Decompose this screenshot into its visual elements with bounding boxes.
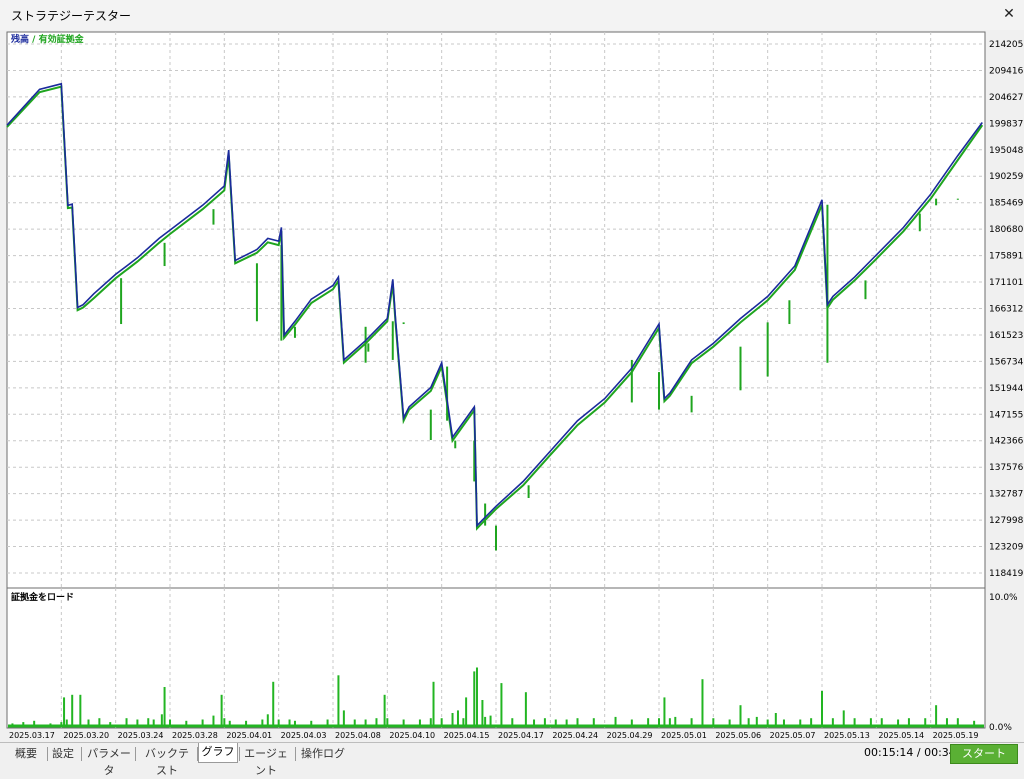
y-tick-label: 214205 — [989, 40, 1023, 50]
y-tick-label: 132787 — [989, 490, 1023, 500]
y-tick-label: 118419 — [989, 569, 1024, 579]
x-tick-label: 2025.04.15 — [444, 731, 490, 740]
tab-1[interactable]: 概要 — [8, 745, 44, 762]
legend-separator: / — [29, 35, 39, 45]
y-tick-label: 171101 — [989, 278, 1023, 288]
x-tick-label: 2025.03.24 — [118, 731, 164, 740]
charts-area: 214205 209416 204627 199837 195048 190259 1854… — [0, 30, 1024, 742]
tab-separator — [81, 747, 82, 761]
y-tick-label: 151944 — [989, 384, 1024, 394]
x-tick-label: 2025.05.06 — [715, 731, 761, 740]
y-tick-label: 127998 — [989, 516, 1024, 526]
tab-5[interactable]: グラフ — [198, 743, 238, 763]
start-button[interactable]: スタート — [950, 744, 1018, 764]
tab-2[interactable]: 設定 — [48, 745, 78, 762]
x-tick-label: 2025.04.24 — [552, 731, 598, 740]
x-tick-label: 2025.04.10 — [389, 731, 435, 740]
y-tick-label: 142366 — [989, 437, 1024, 447]
y-tick-label: 190259 — [989, 172, 1024, 182]
x-tick-label: 2025.04.01 — [226, 731, 272, 740]
y-tick-label: 185469 — [989, 199, 1024, 209]
load-chart-title: 証拠金をロード — [11, 591, 74, 603]
x-tick-label: 2025.03.20 — [63, 731, 109, 740]
y-tick-label: 175891 — [989, 252, 1023, 262]
y-tick-label: 199837 — [989, 119, 1023, 129]
y-tick-label: 195048 — [989, 146, 1024, 156]
y-tick-label: 180680 — [989, 225, 1024, 235]
tab-3[interactable]: パラメータ — [86, 745, 132, 777]
legend-balance: 残高 — [11, 33, 29, 45]
x-tick-label: 2025.03.28 — [172, 731, 218, 740]
y-tick-label: 209416 — [989, 66, 1024, 76]
load-ytick-top: 10.0% — [989, 593, 1018, 603]
y-tick-label: 147155 — [989, 410, 1023, 420]
bottom-tab-bar: 00:15:14 / 00:34:23 スタート 概要 設定 パラメータ バックテスト… — [0, 742, 1024, 777]
x-tick-label: 2025.04.17 — [498, 731, 544, 740]
legend-equity: 有効証拠金 — [39, 33, 85, 45]
chart-legend: 残高 / 有効証拠金 — [11, 33, 85, 45]
y-tick-label: 166312 — [989, 305, 1023, 315]
y-tick-label: 123209 — [989, 543, 1024, 553]
x-tick-label: 2025.04.08 — [335, 731, 381, 740]
x-tick-label: 2025.05.13 — [824, 731, 870, 740]
load-ytick-bottom: 0.0% — [989, 723, 1012, 733]
x-tick-label: 2025.05.07 — [770, 731, 816, 740]
tab-6[interactable]: エージェント — [240, 745, 292, 777]
y-tick-label: 156734 — [989, 357, 1024, 367]
title-bar: ストラテジーテスター ✕ — [0, 0, 1024, 31]
x-tick-label: 2025.05.19 — [933, 731, 979, 740]
tab-7[interactable]: 操作ログ — [300, 745, 346, 762]
tab-separator — [295, 747, 296, 761]
y-tick-label: 137576 — [989, 463, 1024, 473]
x-tick-label: 2025.04.29 — [607, 731, 653, 740]
x-tick-label: 2025.05.01 — [661, 731, 707, 740]
y-tick-label: 204627 — [989, 93, 1023, 103]
close-icon[interactable]: ✕ — [994, 0, 1024, 30]
tab-4[interactable]: バックテスト — [140, 745, 194, 777]
x-tick-label: 2025.05.14 — [878, 731, 924, 740]
x-tick-label: 2025.03.17 — [9, 731, 55, 740]
x-tick-label: 2025.04.03 — [281, 731, 327, 740]
tab-separator — [135, 747, 136, 761]
window-title: ストラテジーテスター — [11, 9, 132, 23]
y-tick-label: 161523 — [989, 331, 1023, 341]
